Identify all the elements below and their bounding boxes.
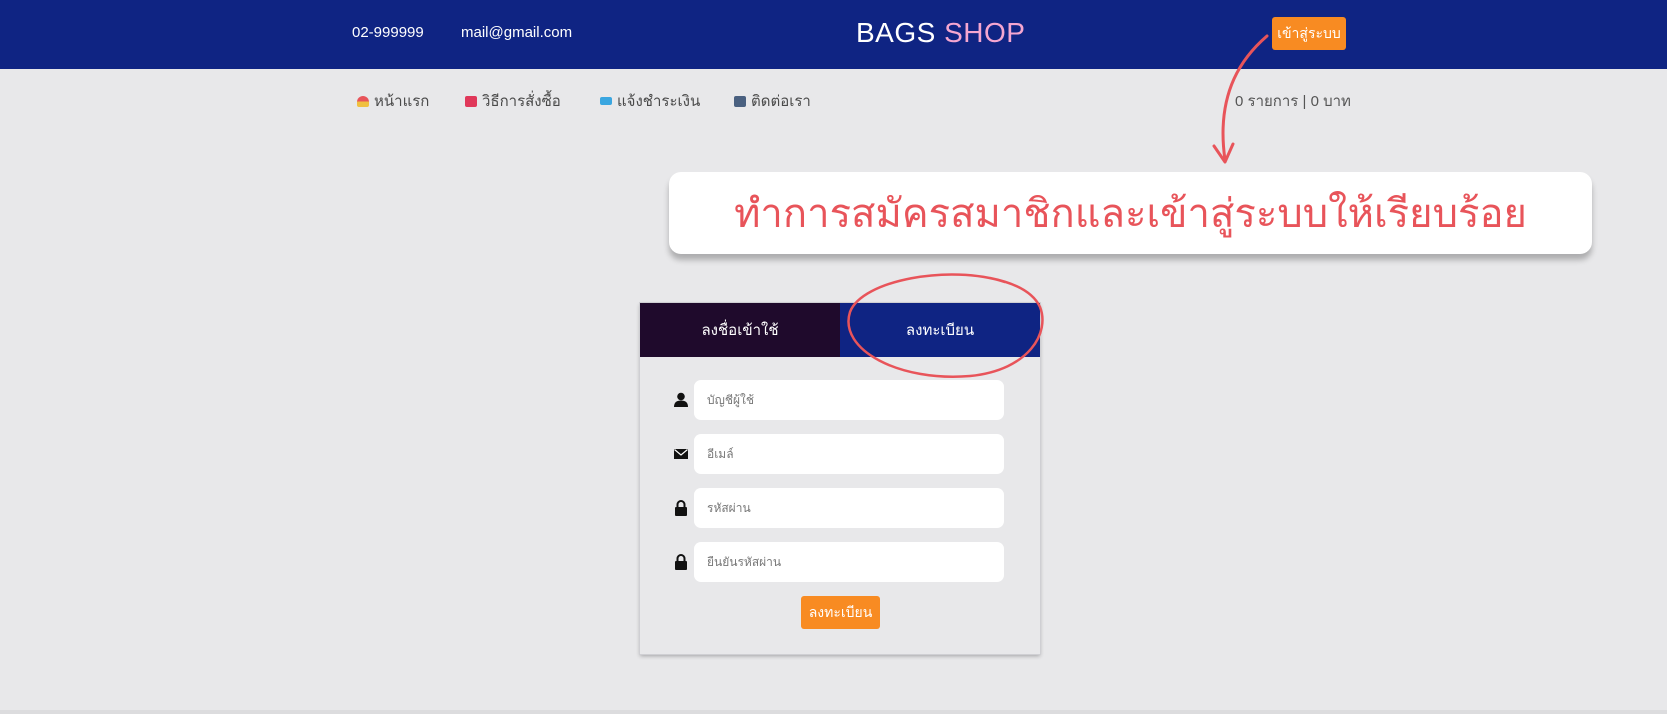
home-icon [357, 95, 369, 107]
email-input[interactable] [694, 434, 1004, 474]
tab-login[interactable]: ลงชื่อเข้าใช้ [640, 303, 840, 357]
payment-icon [600, 97, 612, 105]
nav-item-label: ติดต่อเรา [751, 93, 811, 110]
order-icon [465, 95, 477, 107]
nav-item-contact[interactable]: ติดต่อเรา [734, 89, 811, 113]
phone-icon [734, 95, 746, 107]
password-input[interactable] [694, 488, 1004, 528]
user-icon [674, 392, 688, 407]
confirm-password-input[interactable] [694, 542, 1004, 582]
confirm-password-row [674, 542, 1004, 582]
password-row [674, 488, 1004, 528]
nav-item-how-to-order[interactable]: วิธีการสั่งซื้อ [465, 89, 561, 113]
top-bar: 02-999999 mail@gmail.com BAGS SHOP เข้าส… [0, 0, 1667, 69]
email-row [674, 434, 1004, 474]
lock-icon [675, 554, 687, 570]
brand-logo[interactable]: BAGS SHOP [856, 17, 1025, 49]
nav-item-label: หน้าแรก [374, 93, 430, 110]
nav-item-home[interactable]: หน้าแรก [357, 89, 429, 113]
username-input[interactable] [694, 380, 1004, 420]
nav-item-label: แจ้งชำระเงิน [617, 93, 701, 110]
lock-icon [675, 500, 687, 516]
nav-item-payment[interactable]: แจ้งชำระเงิน [600, 89, 700, 113]
brand-name-part2: SHOP [944, 17, 1026, 48]
username-row [674, 380, 1004, 420]
annotation-callout: ทำการสมัครสมาชิกและเข้าสู่ระบบให้เรียบร้… [669, 172, 1592, 254]
annotation-text: ทำการสมัครสมาชิกและเข้าสู่ระบบให้เรียบร้… [734, 191, 1527, 237]
footer-divider [0, 710, 1667, 714]
annotation-highlight-ellipse [847, 273, 1044, 378]
envelope-icon [674, 449, 688, 459]
nav-item-label: วิธีการสั่งซื้อ [482, 93, 561, 110]
brand-name-part1: BAGS [856, 17, 936, 48]
annotation-arrow [1212, 34, 1269, 164]
register-button[interactable]: ลงทะเบียน [801, 596, 880, 629]
tab-login-label: ลงชื่อเข้าใช้ [701, 322, 779, 339]
phone-number: 02-999999 [352, 24, 424, 41]
contact-email: mail@gmail.com [461, 24, 573, 41]
